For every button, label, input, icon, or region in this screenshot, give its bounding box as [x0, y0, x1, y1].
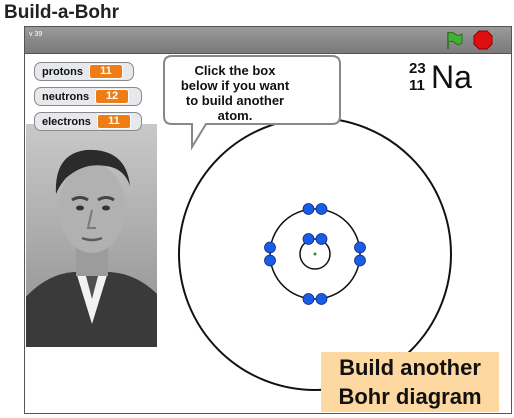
element-symbol: 23 11 Na: [409, 60, 499, 100]
player-toolbar: v 39: [25, 27, 511, 54]
mass-number: 23: [409, 60, 426, 77]
speech-line: to build another: [185, 93, 285, 108]
green-flag-icon[interactable]: [443, 29, 465, 51]
build-another-button[interactable]: Build another Bohr diagram: [321, 352, 499, 412]
electron: [302, 203, 315, 215]
electron: [315, 293, 328, 305]
element-letters: Na: [431, 59, 472, 95]
electron: [354, 254, 366, 267]
page-title: Build-a-Bohr: [4, 2, 120, 23]
electron: [315, 233, 328, 245]
electron: [302, 233, 315, 245]
electron: [315, 203, 328, 215]
nucleus: [313, 252, 317, 256]
stage: protons 11 neutrons 12 electrons 11 Clic…: [25, 54, 511, 413]
electron: [264, 241, 276, 254]
electron: [264, 254, 276, 267]
speech-text: Click the box below if you want to build…: [170, 63, 300, 123]
button-line-2: Bohr diagram: [338, 384, 482, 409]
speech-line: atom.: [217, 108, 253, 123]
stop-sign-icon[interactable]: [473, 30, 493, 50]
version-label: v 39: [29, 31, 43, 38]
button-line-1: Build another: [339, 355, 481, 380]
electron: [302, 293, 315, 305]
speech-line: Click the box: [194, 63, 276, 78]
speech-line: below if you want: [180, 78, 290, 93]
atomic-number: 11: [409, 77, 425, 94]
electron: [354, 241, 366, 254]
project-player: v 39 protons 11 neutrons 12 electrons 11…: [24, 26, 512, 414]
